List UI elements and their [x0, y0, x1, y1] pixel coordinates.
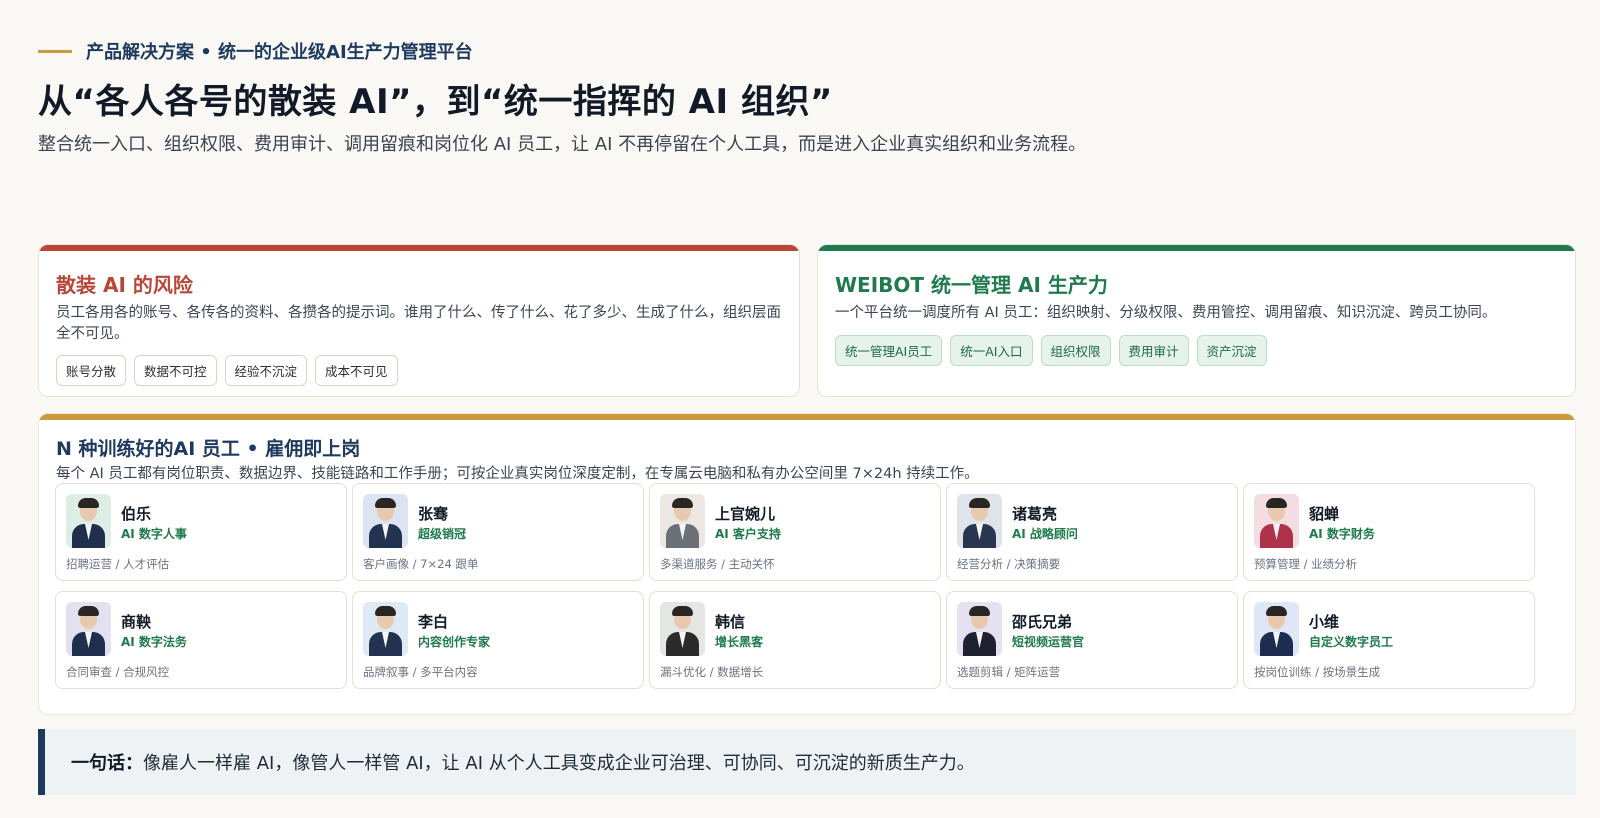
agent-card[interactable]: 伯乐 AI 数字人事招聘运营 / 人才评估 — [55, 483, 347, 581]
risk-chip: 数据不可控 — [134, 355, 217, 386]
agent-card[interactable]: 上官婉儿 AI 客户支持多渠道服务 / 主动关怀 — [649, 483, 941, 581]
agent-tags: 选题剪辑 / 矩阵运营 — [957, 665, 1061, 679]
agent-avatar — [957, 602, 1002, 656]
risk-chip: 成本不可见 — [315, 355, 398, 386]
agent-role: 短视频运营官 — [1012, 635, 1085, 649]
page-title: 从“各人各号的散装 AI”，到“统一指挥的 AI 组织” — [38, 82, 833, 122]
agent-avatar — [660, 602, 705, 656]
ai-staff-title: N 种训练好的AI 员工 • 雇佣即上岗 — [56, 438, 361, 460]
weibot-chip: 资产沉淀 — [1196, 335, 1267, 366]
agent-card[interactable]: 韩信增长黑客漏斗优化 / 数据增长 — [649, 591, 941, 689]
agent-name: 商鞅 — [121, 613, 152, 631]
ai-staff-panel-accent — [39, 414, 1575, 420]
agent-tags: 多渠道服务 / 主动关怀 — [660, 557, 775, 571]
agent-tags: 漏斗优化 / 数据增长 — [660, 665, 764, 679]
agent-card[interactable]: 邵氏兄弟短视频运营官选题剪辑 / 矩阵运营 — [946, 591, 1238, 689]
agent-tags: 预算管理 / 业绩分析 — [1254, 557, 1358, 571]
eyebrow-accent-bar — [38, 49, 72, 53]
eyebrow: 产品解决方案 • 统一的企业级AI生产力管理平台 — [38, 38, 473, 64]
summary-callout: 一句话： 像雇人一样雇 AI，像管人一样管 AI，让 AI 从个人工具变成企业可… — [38, 729, 1576, 795]
agent-card[interactable]: 诸葛亮 AI 战略顾问经营分析 / 决策摘要 — [946, 483, 1238, 581]
agent-avatar — [660, 494, 705, 548]
agent-avatar — [66, 602, 111, 656]
agent-role: AI 战略顾问 — [1012, 527, 1078, 541]
weibot-chip: 统一管理AI员工 — [835, 335, 943, 366]
risk-chip: 经验不沉淀 — [224, 355, 308, 386]
agent-tags: 经营分析 / 决策摘要 — [957, 557, 1061, 571]
agent-name: 伯乐 — [121, 505, 152, 523]
page-subtitle: 整合统一入口、组织权限、费用审计、调用留痕和岗位化 AI 员工，让 AI 不再停… — [38, 134, 1087, 155]
agent-tags: 按岗位训练 / 按场景生成 — [1254, 665, 1381, 679]
agent-card[interactable]: 貂蝉 AI 数字财务预算管理 / 业绩分析 — [1243, 483, 1535, 581]
agent-card[interactable]: 小维自定义数字员工按岗位训练 / 按场景生成 — [1243, 591, 1535, 689]
agent-role: 自定义数字员工 — [1309, 635, 1394, 649]
weibot-chip: 统一AI入口 — [950, 335, 1033, 366]
agent-avatar — [66, 494, 111, 548]
agent-role: 超级销冠 — [418, 527, 467, 541]
agent-avatar — [1254, 494, 1299, 548]
agent-card[interactable]: 商鞅 AI 数字法务合同审查 / 合规风控 — [55, 591, 347, 689]
agent-name: 诸葛亮 — [1012, 505, 1058, 523]
eyebrow-text: 产品解决方案 • 统一的企业级AI生产力管理平台 — [86, 42, 473, 63]
agent-role: AI 客户支持 — [715, 527, 781, 541]
agent-tags: 招聘运营 / 人才评估 — [66, 557, 170, 571]
summary-lead: 一句话： — [71, 753, 143, 774]
weibot-card-description: 一个平台统一调度所有 AI 员工：组织映射、分级权限、费用管控、调用留痕、知识沉… — [835, 305, 1497, 321]
risk-card: 散装 AI 的风险 员工各用各的账号、各传各的资料、各攒各的提示词。谁用了什么、… — [38, 244, 800, 397]
ai-staff-description: 每个 AI 员工都有岗位职责、数据边界、技能链路和工作手册；可按企业真实岗位深度… — [56, 466, 979, 482]
agent-tags: 合同审查 / 合规风控 — [66, 665, 170, 679]
agent-avatar — [1254, 602, 1299, 656]
summary-text: 像雇人一样雇 AI，像管人一样管 AI，让 AI 从个人工具变成企业可治理、可协… — [143, 753, 975, 774]
risk-card-title: 散装 AI 的风险 — [56, 273, 193, 297]
weibot-chip: 费用审计 — [1118, 335, 1189, 366]
risk-chips: 账号分散 数据不可控 经验不沉淀 成本不可见 — [56, 355, 398, 386]
weibot-card: WEIBOT 统一管理 AI 生产力 一个平台统一调度所有 AI 员工：组织映射… — [817, 244, 1576, 397]
risk-chip: 账号分散 — [56, 355, 127, 386]
agent-name: 上官婉儿 — [715, 505, 776, 523]
agent-name: 邵氏兄弟 — [1012, 613, 1073, 631]
risk-card-accent — [39, 245, 799, 251]
agent-avatar — [363, 494, 408, 548]
agent-name: 小维 — [1309, 613, 1340, 631]
agent-name: 李白 — [418, 613, 449, 631]
agent-role: AI 数字法务 — [121, 635, 187, 649]
agent-tags: 品牌叙事 / 多平台内容 — [363, 665, 478, 679]
agent-avatar — [363, 602, 408, 656]
agent-role: AI 数字财务 — [1309, 527, 1375, 541]
agent-avatar — [957, 494, 1002, 548]
weibot-chips: 统一管理AI员工 统一AI入口 组织权限 费用审计 资产沉淀 — [835, 335, 1267, 366]
agent-name: 张骞 — [418, 505, 449, 523]
agent-card[interactable]: 张骞超级销冠客户画像 / 7×24 跟单 — [352, 483, 644, 581]
agent-role: 增长黑客 — [715, 635, 764, 649]
agent-card[interactable]: 李白内容创作专家品牌叙事 / 多平台内容 — [352, 591, 644, 689]
risk-card-description: 员工各用各的账号、各传各的资料、各攒各的提示词。谁用了什么、传了什么、花了多少、… — [56, 305, 781, 342]
agent-role: 内容创作专家 — [418, 635, 491, 649]
ai-staff-panel: N 种训练好的AI 员工 • 雇佣即上岗 每个 AI 员工都有岗位职责、数据边界… — [38, 413, 1576, 715]
agent-tags: 客户画像 / 7×24 跟单 — [363, 557, 479, 571]
weibot-card-title: WEIBOT 统一管理 AI 生产力 — [835, 273, 1108, 297]
agent-name: 貂蝉 — [1309, 505, 1340, 523]
weibot-chip: 组织权限 — [1040, 335, 1111, 366]
agent-name: 韩信 — [715, 613, 746, 631]
weibot-card-accent — [818, 245, 1575, 251]
agent-role: AI 数字人事 — [121, 527, 187, 541]
